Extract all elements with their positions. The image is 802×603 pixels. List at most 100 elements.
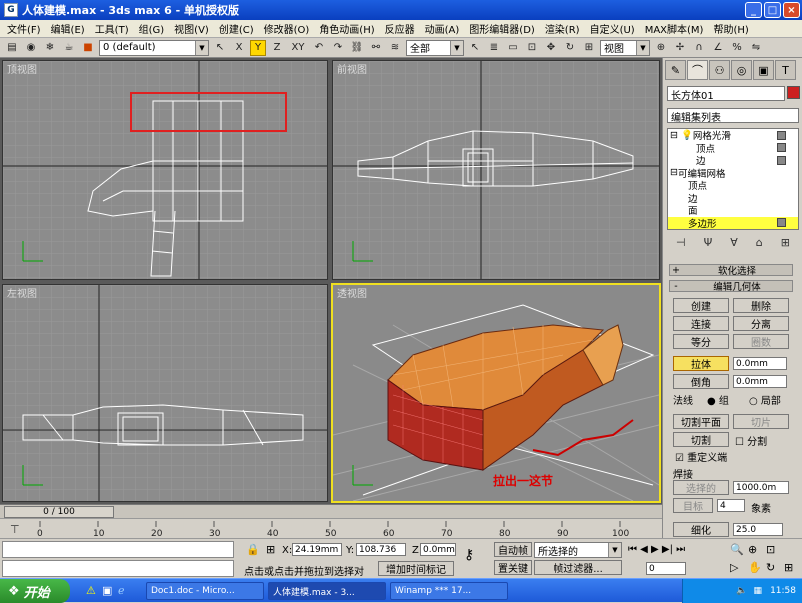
visibility-eye-icon[interactable]: ◉: [23, 40, 39, 56]
menu-help[interactable]: 帮助(H): [708, 21, 753, 36]
motion-tab-icon[interactable]: ◎: [731, 60, 752, 80]
stack-item-meshsmooth[interactable]: ⊟ 💡 网格光滑: [668, 129, 798, 142]
tray-network-icon[interactable]: ▦: [754, 586, 763, 596]
menu-file[interactable]: 文件(F): [2, 21, 46, 36]
axis-z-button[interactable]: Z: [269, 40, 285, 56]
freeze-icon[interactable]: ❄: [42, 40, 58, 56]
key-icon[interactable]: ⚷: [464, 547, 474, 563]
menu-character[interactable]: 角色动画(H): [314, 21, 379, 36]
weld-target-spinner[interactable]: 4: [717, 499, 745, 512]
show-end-result-icon[interactable]: Ψ: [704, 236, 713, 252]
app-icon[interactable]: G: [4, 3, 18, 17]
task-word[interactable]: Doc1.doc - Micro...: [146, 582, 264, 600]
zoom-icon[interactable]: 🔍: [730, 543, 744, 556]
minimize-button[interactable]: _: [745, 2, 762, 18]
object-name-field[interactable]: 长方体01: [667, 86, 785, 102]
scale-icon[interactable]: ⊞: [581, 40, 597, 56]
menu-group[interactable]: 组(G): [134, 21, 170, 36]
quicklaunch-desktop-icon[interactable]: ▣: [102, 584, 112, 597]
task-3dsmax[interactable]: 人体建模.max - 3...: [268, 582, 386, 600]
menu-animation[interactable]: 动画(A): [420, 21, 465, 36]
cut-plane-button[interactable]: 切割平面: [673, 414, 729, 429]
stack-toggle-icon[interactable]: [777, 143, 786, 153]
detach-button[interactable]: 分离: [733, 316, 789, 331]
extrude-button[interactable]: 拉体: [673, 356, 729, 371]
field-of-view-icon[interactable]: ▷: [730, 561, 738, 574]
menu-rendering[interactable]: 渲染(R): [540, 21, 585, 36]
redo-icon[interactable]: ↷: [330, 40, 346, 56]
selection-filter-dropdown[interactable]: 全部 ▼: [406, 39, 464, 56]
weld-target-button[interactable]: 目标: [673, 498, 713, 513]
chamfer-amount-spinner[interactable]: 0.0mm: [733, 375, 787, 388]
configure-sets-icon[interactable]: ⊞: [781, 236, 790, 252]
axis-xy-button[interactable]: XY: [288, 40, 308, 56]
split-checkbox[interactable]: ☐ 分割: [735, 433, 767, 448]
menu-graph-editors[interactable]: 图形编辑器(D): [464, 21, 540, 36]
layer-dropdown[interactable]: 0 (default) ▼: [99, 39, 209, 56]
display-tab-icon[interactable]: ▣: [753, 60, 774, 80]
weld-selected-button[interactable]: 选择的: [673, 480, 729, 495]
viewport-label-left[interactable]: 左视图: [7, 287, 37, 300]
menu-reactor[interactable]: 反应器: [380, 21, 420, 36]
link-icon[interactable]: ⛓: [349, 40, 365, 56]
refine-ends-checkbox[interactable]: ☑ 重定义端: [675, 449, 727, 464]
rollout-edit-geometry[interactable]: - 编辑几何体: [669, 280, 793, 293]
maxscript-output[interactable]: [2, 560, 234, 577]
pin-stack-icon[interactable]: ⊣: [676, 236, 686, 252]
viewport-label-top[interactable]: 顶视图: [7, 63, 37, 76]
hierarchy-tab-icon[interactable]: ⚇: [709, 60, 730, 80]
modifier-list-dropdown[interactable]: 编辑集列表: [667, 108, 799, 124]
stack-item-vertex[interactable]: 顶点: [668, 142, 798, 155]
remove-modifier-icon[interactable]: ⌂: [756, 236, 763, 252]
teapot-icon[interactable]: ☕: [61, 40, 77, 56]
percent-snap-icon[interactable]: %: [729, 40, 745, 56]
cut-button[interactable]: 切割: [673, 432, 729, 447]
delete-button[interactable]: 删除: [733, 298, 789, 313]
maxscript-listener[interactable]: [2, 541, 234, 558]
x-coord-field[interactable]: 24.19mm: [292, 543, 342, 556]
pivot-icon[interactable]: ⊕: [653, 40, 669, 56]
chamfer-button[interactable]: 倒角: [673, 374, 729, 389]
weld-threshold-spinner[interactable]: 1000.0m: [733, 481, 789, 494]
maximize-button[interactable]: □: [764, 2, 781, 18]
menu-tools[interactable]: 工具(T): [90, 21, 134, 36]
stack-toggle-icon[interactable]: [777, 130, 786, 140]
axis-y-button[interactable]: Y: [250, 39, 266, 56]
bind-spacewarp-icon[interactable]: ≋: [387, 40, 403, 56]
menu-create[interactable]: 创建(C): [214, 21, 259, 36]
mirror-icon[interactable]: ⇋: [748, 40, 764, 56]
angle-snap-icon[interactable]: ∠: [710, 40, 726, 56]
select-by-name-icon[interactable]: ≣: [486, 40, 502, 56]
set-key-button[interactable]: 置关键: [494, 560, 532, 575]
viewport-label-front[interactable]: 前视图: [337, 63, 367, 76]
snap-icon[interactable]: ↖: [212, 40, 228, 56]
turn-button[interactable]: 圈数: [733, 334, 789, 349]
menu-maxscript[interactable]: MAX脚本(M): [640, 21, 709, 36]
quicklaunch-ie-icon[interactable]: ℯ: [118, 584, 125, 597]
current-frame-field[interactable]: 0: [646, 562, 686, 575]
quicklaunch-warning-icon[interactable]: ⚠: [86, 584, 96, 597]
rollout-soft-selection[interactable]: + 软化选择: [669, 264, 793, 277]
viewport-top[interactable]: 顶视图: [2, 60, 328, 280]
task-winamp[interactable]: Winamp *** 17...: [390, 582, 508, 600]
rotate-icon[interactable]: ↻: [562, 40, 578, 56]
attach-button[interactable]: 连接: [673, 316, 729, 331]
viewport-label-perspective[interactable]: 透视图: [337, 287, 367, 300]
stack-item-vertex[interactable]: 顶点: [668, 179, 798, 192]
layer-manager-icon[interactable]: ▤: [4, 40, 20, 56]
stack-item-editable-mesh[interactable]: ⊟ 可编辑网格: [668, 167, 798, 180]
viewport-left[interactable]: 左视图: [2, 284, 328, 502]
unlink-icon[interactable]: ⚯: [368, 40, 384, 56]
snap-toggle-icon[interactable]: ∩: [691, 40, 707, 56]
utilities-tab-icon[interactable]: T: [775, 60, 796, 80]
tray-volume-icon[interactable]: 🔈: [736, 586, 747, 596]
menu-view[interactable]: 视图(V): [169, 21, 214, 36]
layer-color-icon[interactable]: ■: [80, 40, 96, 56]
stack-item-edge[interactable]: 边: [668, 154, 798, 167]
absolute-mode-icon[interactable]: ⊞: [266, 543, 275, 556]
stack-item-edge[interactable]: 边: [668, 192, 798, 205]
slice-button[interactable]: 切片: [733, 414, 789, 429]
stack-toggle-icon[interactable]: [777, 218, 786, 228]
time-slider[interactable]: 0 / 100: [4, 506, 114, 518]
reference-coord-dropdown[interactable]: 视图 ▼: [600, 39, 650, 56]
